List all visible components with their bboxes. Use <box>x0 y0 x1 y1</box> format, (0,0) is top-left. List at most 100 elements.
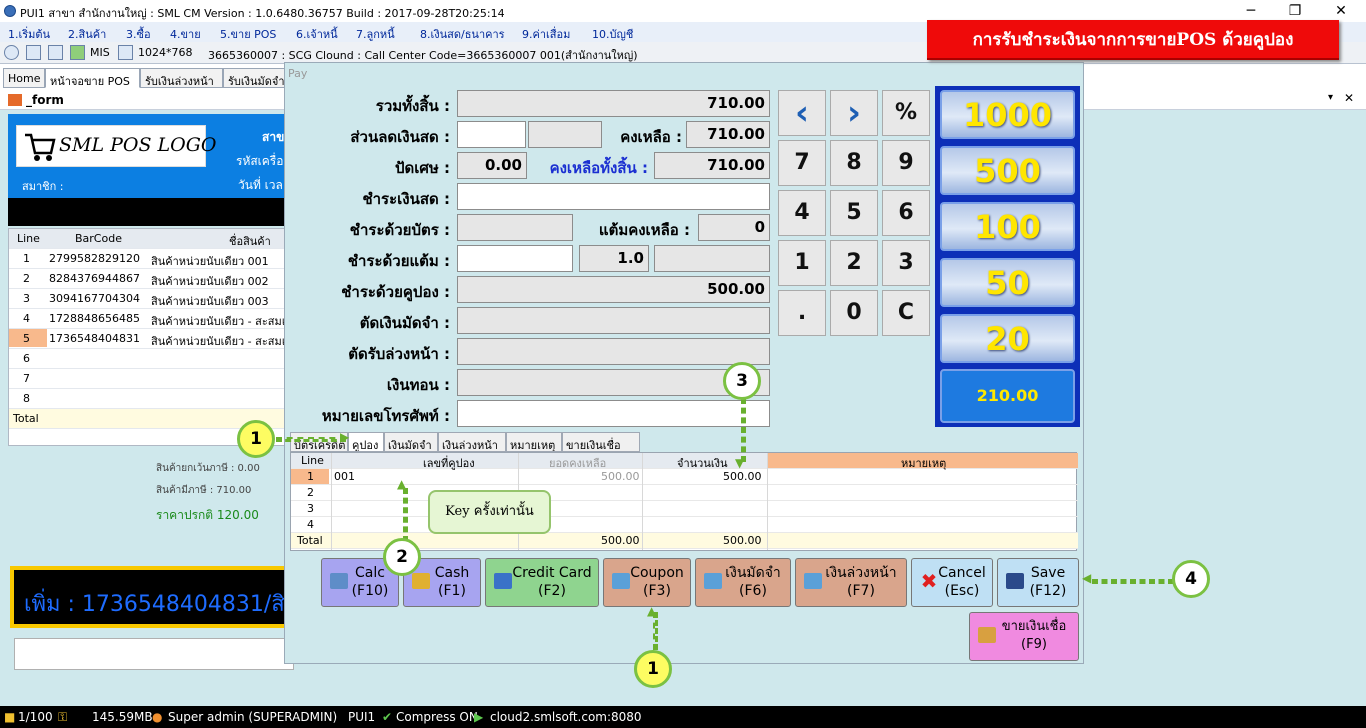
menu-purchase[interactable]: 3.ซื้อ <box>126 25 151 43</box>
table-row[interactable]: 2 <box>291 485 1078 501</box>
tab-advance[interactable]: รับเงินล่วงหน้า <box>140 68 223 88</box>
next-arrow-button[interactable]: › <box>830 90 878 136</box>
round-label: ปัดเศษ : <box>394 159 450 177</box>
arrow-down-icon: ▼ <box>735 456 745 470</box>
memory-usage: 145.59MB <box>92 710 153 724</box>
table-row[interactable]: 2 8284376944867 สินค้าหน่วยนับเดียว 002 <box>9 269 299 289</box>
phone-input[interactable] <box>457 400 770 427</box>
phone-label: หมายเลขโทรศัพท์ : <box>321 407 450 425</box>
advance-button[interactable]: เงินล่วงหน้า (F7) <box>795 558 907 607</box>
menu-pos[interactable]: 5.ขาย POS <box>220 25 276 43</box>
table-row[interactable]: 3 3094167704304 สินค้าหน่วยนับเดียว 003 <box>9 289 299 309</box>
percent-key[interactable]: % <box>882 90 930 136</box>
check-icon: ✔ <box>382 710 393 724</box>
callout-line <box>403 488 408 542</box>
tab-advance[interactable]: เงินล่วงหน้า <box>438 432 506 452</box>
form-close-icon[interactable]: ✕ <box>1344 91 1354 105</box>
panel-icon[interactable] <box>26 45 41 60</box>
menu-start[interactable]: 1.เริ่มต้น <box>8 25 50 43</box>
key-7[interactable]: 7 <box>778 140 826 186</box>
menu-cash-bank[interactable]: 8.เงินสด/ธนาคาร <box>420 25 505 43</box>
step-2-callout: 2 <box>383 538 421 576</box>
key-5[interactable]: 5 <box>830 190 878 236</box>
table-row[interactable]: 6 <box>9 349 299 369</box>
menu-receivable[interactable]: 7.ลูกหนี้ <box>356 25 395 43</box>
credit-sale-button[interactable]: ขายเงินเชื่อ (F9) <box>969 612 1079 661</box>
coupon-button[interactable]: Coupon (F3) <box>603 558 691 607</box>
col-barcode: BarCode <box>75 232 122 245</box>
discount-amount <box>528 121 602 148</box>
discount-input[interactable] <box>457 121 526 148</box>
page-indicator: 1/100 <box>18 710 53 724</box>
dropdown-icon[interactable]: ▾ <box>1328 92 1333 103</box>
tab-deposit[interactable]: เงินมัดจำ <box>384 432 438 452</box>
calculator-icon <box>330 573 348 589</box>
barcode-input[interactable] <box>14 638 294 670</box>
close-button[interactable]: ✕ <box>1318 0 1364 22</box>
points-rate: 1.0 <box>579 245 649 272</box>
menu-sale[interactable]: 4.ขาย <box>170 25 201 43</box>
note-50-button[interactable]: 50 <box>940 258 1075 307</box>
date-label: วันที่ เวล <box>238 178 283 192</box>
step-1-coupon-callout: 1 <box>634 650 672 688</box>
note-100-button[interactable]: 100 <box>940 202 1075 251</box>
chart-icon[interactable] <box>70 45 85 60</box>
note-20-button[interactable]: 20 <box>940 314 1075 363</box>
prev-arrow-button[interactable]: ‹ <box>778 90 826 136</box>
tab-coupon[interactable]: คูปอง <box>348 432 384 452</box>
calculator-icon[interactable] <box>48 45 63 60</box>
items-grid[interactable]: Line BarCode ชื่อสินค้า 1 2799582829120 สิ… <box>8 228 299 446</box>
x-icon: ✖ <box>920 569 938 593</box>
table-row[interactable]: 1 001 500.00 500.00 <box>291 469 1078 485</box>
key-dot[interactable]: . <box>778 290 826 336</box>
key-2[interactable]: 2 <box>830 240 878 286</box>
note-1000-button[interactable]: 1000 <box>940 90 1075 139</box>
tab-pos[interactable]: หน้าจอขาย POS <box>45 68 140 88</box>
maximize-button[interactable]: ❐ <box>1272 0 1318 22</box>
tab-home[interactable]: Home <box>3 68 45 88</box>
save-button[interactable]: Save (F12) <box>997 558 1079 607</box>
change-display: 210.00 <box>940 369 1075 423</box>
deposit-button[interactable]: เงินมัดจำ (F6) <box>695 558 791 607</box>
menu-products[interactable]: 2.สินค้า <box>68 25 106 43</box>
doc-tabs: Home หน้าจอขาย POS รับเงินล่วงหน้า รับเง… <box>0 68 290 88</box>
table-row[interactable]: 1 2799582829120 สินค้าหน่วยนับเดียว 001 <box>9 249 299 269</box>
coupon-grid[interactable]: Line เลขที่คูปอง ยอดคงเหลือ จำนวนเงิน หม… <box>290 452 1078 551</box>
table-row[interactable]: 7 <box>9 369 299 389</box>
mis-label[interactable]: MIS <box>90 46 110 59</box>
tab-credit-sale[interactable]: ขายเงินเชื่อ <box>562 432 640 452</box>
points-input[interactable] <box>457 245 573 272</box>
display-bar <box>8 198 298 226</box>
step-4-callout: 4 <box>1172 560 1210 598</box>
key-4[interactable]: 4 <box>778 190 826 236</box>
key-1[interactable]: 1 <box>778 240 826 286</box>
key-clear[interactable]: C <box>882 290 930 336</box>
advance-field <box>457 338 770 365</box>
note-500-button[interactable]: 500 <box>940 146 1075 195</box>
key-8[interactable]: 8 <box>830 140 878 186</box>
table-row[interactable]: 4 1728848656485 สินค้าหน่วยนับเดียว - สะสม… <box>9 309 299 329</box>
table-row[interactable]: 4 <box>291 517 1078 533</box>
key-6[interactable]: 6 <box>882 190 930 236</box>
table-row[interactable]: 3 <box>291 501 1078 517</box>
tab-remark[interactable]: หมายเหตุ <box>506 432 562 452</box>
remain-all-field: 710.00 <box>654 152 770 179</box>
points-remain-field: 0 <box>698 214 770 241</box>
arrow-left-icon: ◀ <box>1082 571 1092 585</box>
tab-deposit[interactable]: รับเงินมัดจำ <box>223 68 287 88</box>
key-0[interactable]: 0 <box>830 290 878 336</box>
step-1-callout: 1 <box>237 420 275 458</box>
menu-depreciation[interactable]: 9.ค่าเสื่อม <box>522 25 570 43</box>
credit-card-button[interactable]: Credit Card (F2) <box>485 558 599 607</box>
cancel-button[interactable]: ✖ Cancel (Esc) <box>911 558 993 607</box>
clock-icon[interactable] <box>4 45 19 60</box>
cash-input[interactable] <box>457 183 770 210</box>
table-row[interactable]: 8 <box>9 389 299 409</box>
minimize-button[interactable]: ─ <box>1228 0 1274 22</box>
menu-accounting[interactable]: 10.บัญชี <box>592 25 633 43</box>
menu-payable[interactable]: 6.เจ้าหนี้ <box>296 25 338 43</box>
key-9[interactable]: 9 <box>882 140 930 186</box>
key-3[interactable]: 3 <box>882 240 930 286</box>
table-row[interactable]: 5 1736548404831 สินค้าหน่วยนับเดียว - สะสม… <box>9 329 299 349</box>
image-icon[interactable] <box>118 45 133 60</box>
